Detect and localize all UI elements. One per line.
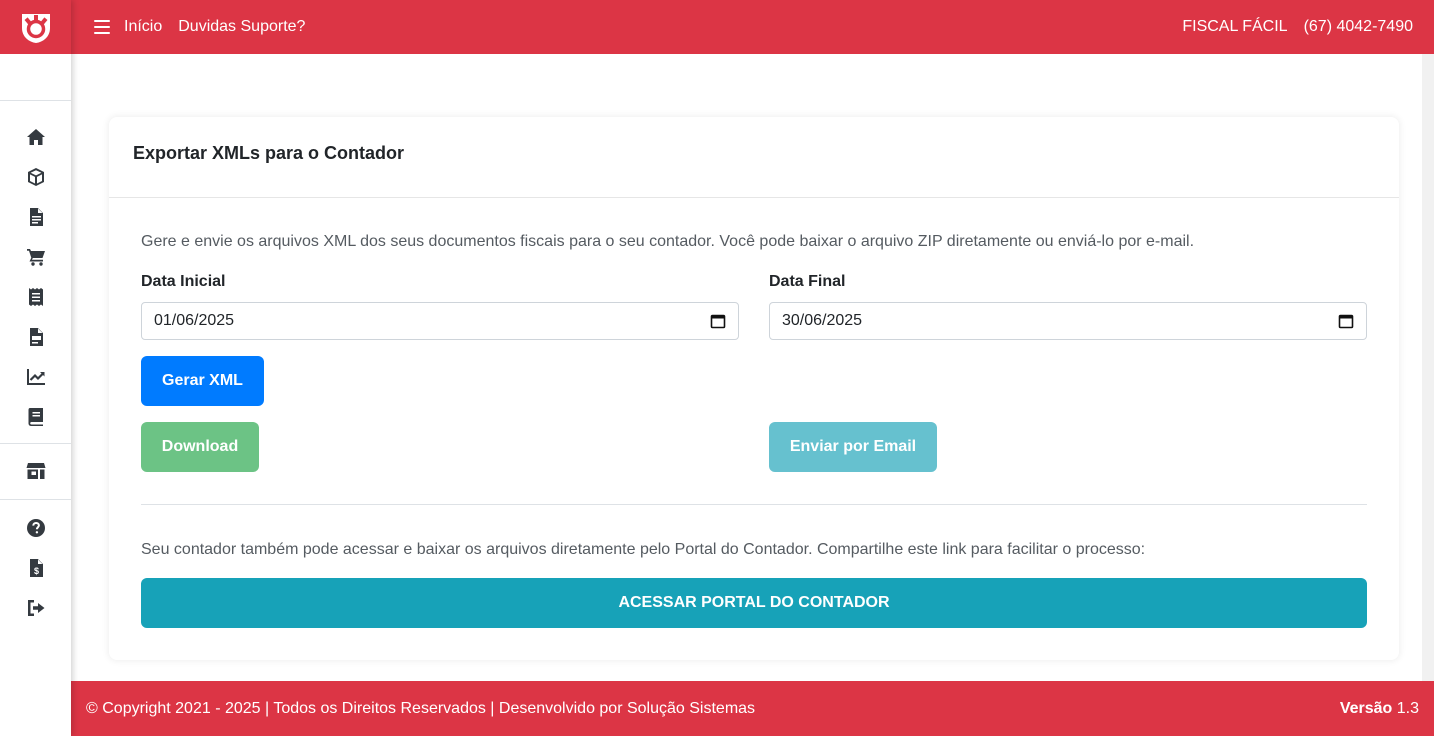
sidebar-item-billing[interactable]: $ (0, 548, 71, 588)
sidebar-item-products[interactable] (0, 157, 71, 197)
sidebar-group-main (0, 101, 71, 443)
sidebar-item-home[interactable] (0, 117, 71, 157)
sidebar-spacer (0, 54, 71, 101)
sidebar-group-help: $ (0, 499, 71, 634)
end-date-value: 30/06/2025 (782, 312, 863, 329)
send-email-button[interactable]: Enviar por Email (769, 422, 937, 472)
sidebar-item-help[interactable] (0, 508, 71, 548)
sidebar-item-sales[interactable] (0, 237, 71, 277)
start-date-label: Data Inicial (141, 273, 226, 290)
logout-icon (27, 600, 44, 616)
document-icon (29, 208, 43, 226)
card-header: Exportar XMLs para o Contador (109, 117, 1399, 198)
card-body: Gere e envie os arquivos XML dos seus do… (109, 198, 1399, 628)
file-invoice-icon (29, 328, 43, 346)
sidebar-item-book[interactable] (0, 397, 71, 437)
help-icon (26, 519, 45, 537)
sidebar-group-store (0, 443, 71, 499)
end-date-label: Data Final (769, 273, 846, 290)
portal-button[interactable]: ACESSAR PORTAL DO CONTADOR (141, 578, 1367, 628)
end-date-input[interactable]: 30/06/2025 (769, 302, 1367, 340)
sidebar: $ (0, 0, 71, 736)
nav-link-home[interactable]: Início (124, 18, 162, 36)
download-col: Download (141, 422, 739, 472)
copyright-text: © Copyright 2021 - 2025 | Todos os Direi… (86, 699, 756, 717)
calendar-icon[interactable] (1338, 313, 1354, 329)
home-icon (26, 129, 45, 145)
top-navbar: Início Duvidas Suporte? FISCAL FÁCIL (67… (71, 0, 1434, 54)
svg-text:$: $ (33, 566, 38, 576)
file-dollar-icon: $ (29, 559, 43, 577)
brand-name: FISCAL FÁCIL (1182, 18, 1288, 35)
receipt-icon (28, 288, 43, 306)
version-info: Versão 1.3 (1340, 700, 1419, 718)
start-date-value: 01/06/2025 (154, 312, 235, 329)
date-row: Data Inicial 01/06/2025 Data Final 30/06… (141, 251, 1367, 340)
start-date-group: Data Inicial 01/06/2025 (141, 251, 739, 340)
hamburger-menu-icon[interactable] (94, 20, 110, 34)
divider (141, 504, 1367, 505)
calendar-icon[interactable] (710, 313, 726, 329)
sidebar-item-reports[interactable] (0, 357, 71, 397)
export-card: Exportar XMLs para o Contador Gere e env… (109, 117, 1399, 660)
start-date-input[interactable]: 01/06/2025 (141, 302, 739, 340)
portal-description: Seu contador também pode acessar e baixa… (141, 541, 1146, 558)
export-description: Gere e envie os arquivos XML dos seus do… (141, 233, 1195, 250)
chart-line-icon (26, 369, 45, 385)
brand-logo[interactable] (19, 10, 53, 44)
action-row: Download Enviar por Email (141, 422, 1367, 472)
download-button[interactable]: Download (141, 422, 259, 472)
generate-xml-button[interactable]: Gerar XML (141, 356, 264, 406)
version-value: 1.3 (1396, 699, 1419, 717)
nav-link-support[interactable]: Duvidas Suporte? (178, 18, 305, 36)
sidebar-item-store[interactable] (0, 451, 71, 491)
footer: © Copyright 2021 - 2025 | Todos os Direi… (71, 681, 1434, 736)
card-title: Exportar XMLs para o Contador (133, 143, 405, 163)
store-icon (26, 463, 45, 479)
cart-icon (26, 249, 45, 266)
sidebar-item-documents[interactable] (0, 197, 71, 237)
brand-area (0, 0, 71, 54)
version-label: Versão (1339, 699, 1393, 717)
phone-number: (67) 4042-7490 (1303, 18, 1413, 35)
email-col: Enviar por Email (769, 422, 1367, 472)
sidebar-item-invoices[interactable] (0, 317, 71, 357)
content-area: Exportar XMLs para o Contador Gere e env… (71, 54, 1422, 681)
sidebar-item-receipts[interactable] (0, 277, 71, 317)
nav-contact: FISCAL FÁCIL (67) 4042-7490 (1166, 18, 1413, 36)
book-icon (28, 408, 43, 426)
sidebar-item-logout[interactable] (0, 588, 71, 628)
scrollbar-track[interactable] (1422, 54, 1434, 681)
end-date-group: Data Final 30/06/2025 (769, 251, 1367, 340)
box-icon (27, 168, 44, 186)
